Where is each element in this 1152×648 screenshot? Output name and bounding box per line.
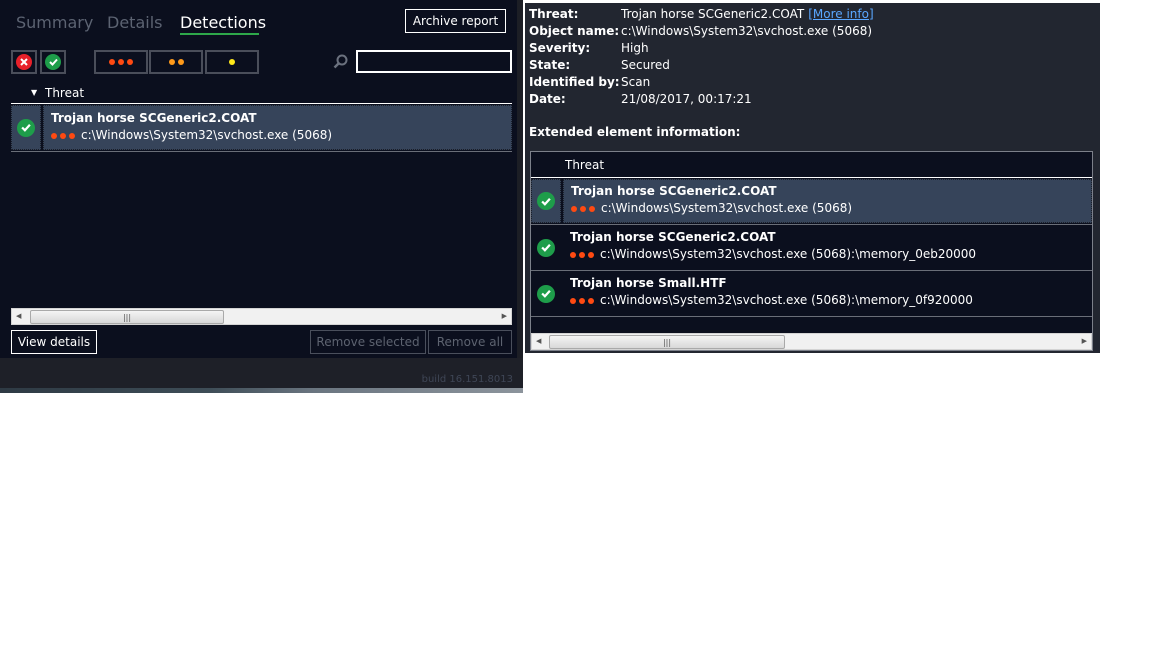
detail-state: State: Secured	[529, 58, 670, 72]
desktop-wallpaper	[0, 388, 523, 393]
extended-info-title: Extended element information:	[529, 125, 741, 139]
filter-errors-button[interactable]	[11, 50, 37, 74]
detail-identified-by: Identified by: Scan	[529, 75, 651, 89]
filter-severity-medium[interactable]	[149, 50, 203, 74]
threat-row[interactable]: Trojan horse SCGeneric2.COAT c:\Windows\…	[531, 225, 1092, 270]
severity-indicator	[51, 132, 75, 139]
detail-severity: Severity: High	[529, 41, 649, 55]
column-header-threat[interactable]: Threat	[565, 158, 604, 172]
search-input[interactable]	[356, 50, 512, 73]
sort-arrow-icon: ▼	[31, 88, 38, 97]
horizontal-scrollbar[interactable]: ◀ ||| ▶	[11, 308, 512, 325]
scroll-right-icon[interactable]: ▶	[1082, 337, 1087, 345]
tab-detections[interactable]: Detections	[180, 13, 266, 32]
severity-dot	[177, 59, 184, 65]
scroll-right-icon[interactable]: ▶	[502, 312, 507, 320]
threat-name: Trojan horse SCGeneric2.COAT	[51, 111, 257, 125]
row-divider	[531, 316, 1092, 317]
remove-selected-button[interactable]: Remove selected	[310, 330, 426, 354]
check-icon	[45, 54, 61, 70]
more-info-link[interactable]: [More info]	[808, 7, 873, 21]
column-header-threat[interactable]: Threat	[45, 86, 84, 100]
detail-threat-value: Trojan horse SCGeneric2.COAT	[621, 7, 805, 21]
scroll-left-icon[interactable]: ◀	[536, 337, 541, 345]
extended-info-table: Threat Trojan horse SCGeneric2.COAT c:\W…	[530, 151, 1093, 351]
threat-row[interactable]: Trojan horse Small.HTF c:\Windows\System…	[531, 271, 1092, 316]
threat-row[interactable]: Trojan horse SCGeneric2.COAT c:\Windows\…	[531, 179, 1092, 223]
horizontal-scrollbar[interactable]: ◀ ||| ▶	[531, 333, 1092, 350]
filter-severity-high[interactable]	[94, 50, 148, 74]
threat-row[interactable]: Trojan horse SCGeneric2.COAT c:\Windows\…	[11, 105, 512, 150]
severity-dot	[229, 59, 235, 65]
search-icon[interactable]	[333, 54, 348, 72]
filter-severity-low[interactable]	[205, 50, 259, 74]
severity-dot	[109, 59, 115, 65]
scrollbar-thumb[interactable]: |||	[549, 335, 785, 349]
threat-path: c:\Windows\System32\svchost.exe (5068)	[601, 201, 853, 215]
severity-indicator	[570, 251, 594, 258]
check-icon	[537, 284, 555, 303]
detections-window: Summary Details Detections Archive repor…	[0, 0, 523, 393]
check-icon	[17, 118, 35, 137]
threat-path: c:\Windows\System32\svchost.exe (5068):\…	[600, 293, 973, 307]
threat-path: c:\Windows\System32\svchost.exe (5068)	[81, 128, 333, 142]
severity-dot	[168, 59, 175, 65]
threat-name: Trojan horse SCGeneric2.COAT	[570, 230, 776, 244]
build-version: build 16.151.8013	[421, 374, 513, 385]
threat-path: c:\Windows\System32\svchost.exe (5068):\…	[600, 247, 977, 261]
row-divider	[11, 151, 512, 152]
archive-report-button[interactable]: Archive report	[405, 9, 506, 33]
detail-object-name: Object name: c:\Windows\System32\svchost…	[529, 24, 873, 38]
error-icon	[16, 54, 32, 70]
scrollbar-thumb[interactable]: |||	[30, 310, 224, 324]
window-edge	[517, 0, 523, 372]
threat-name: Trojan horse SCGeneric2.COAT	[571, 184, 777, 198]
severity-dot	[118, 59, 124, 65]
severity-indicator	[571, 205, 595, 212]
scroll-left-icon[interactable]: ◀	[16, 312, 21, 320]
tab-details[interactable]: Details	[107, 13, 162, 32]
active-tab-indicator	[180, 33, 259, 35]
severity-dot	[127, 59, 133, 65]
check-icon	[537, 192, 555, 210]
view-details-button[interactable]: View details	[11, 330, 97, 354]
detail-date: Date: 21/08/2017, 00:17:21	[529, 92, 752, 106]
detections-main-area: Summary Details Detections Archive repor…	[0, 0, 517, 358]
severity-indicator	[570, 297, 594, 304]
check-icon	[537, 238, 555, 257]
header-divider	[11, 103, 512, 104]
header-divider	[531, 177, 1092, 178]
filter-secured-button[interactable]	[40, 50, 66, 74]
detail-threat: Threat: Trojan horse SCGeneric2.COAT [Mo…	[529, 7, 874, 21]
detection-details-panel: Threat: Trojan horse SCGeneric2.COAT [Mo…	[525, 3, 1100, 353]
tab-summary[interactable]: Summary	[16, 13, 93, 32]
remove-all-button[interactable]: Remove all	[428, 330, 512, 354]
threat-name: Trojan horse Small.HTF	[570, 276, 727, 290]
